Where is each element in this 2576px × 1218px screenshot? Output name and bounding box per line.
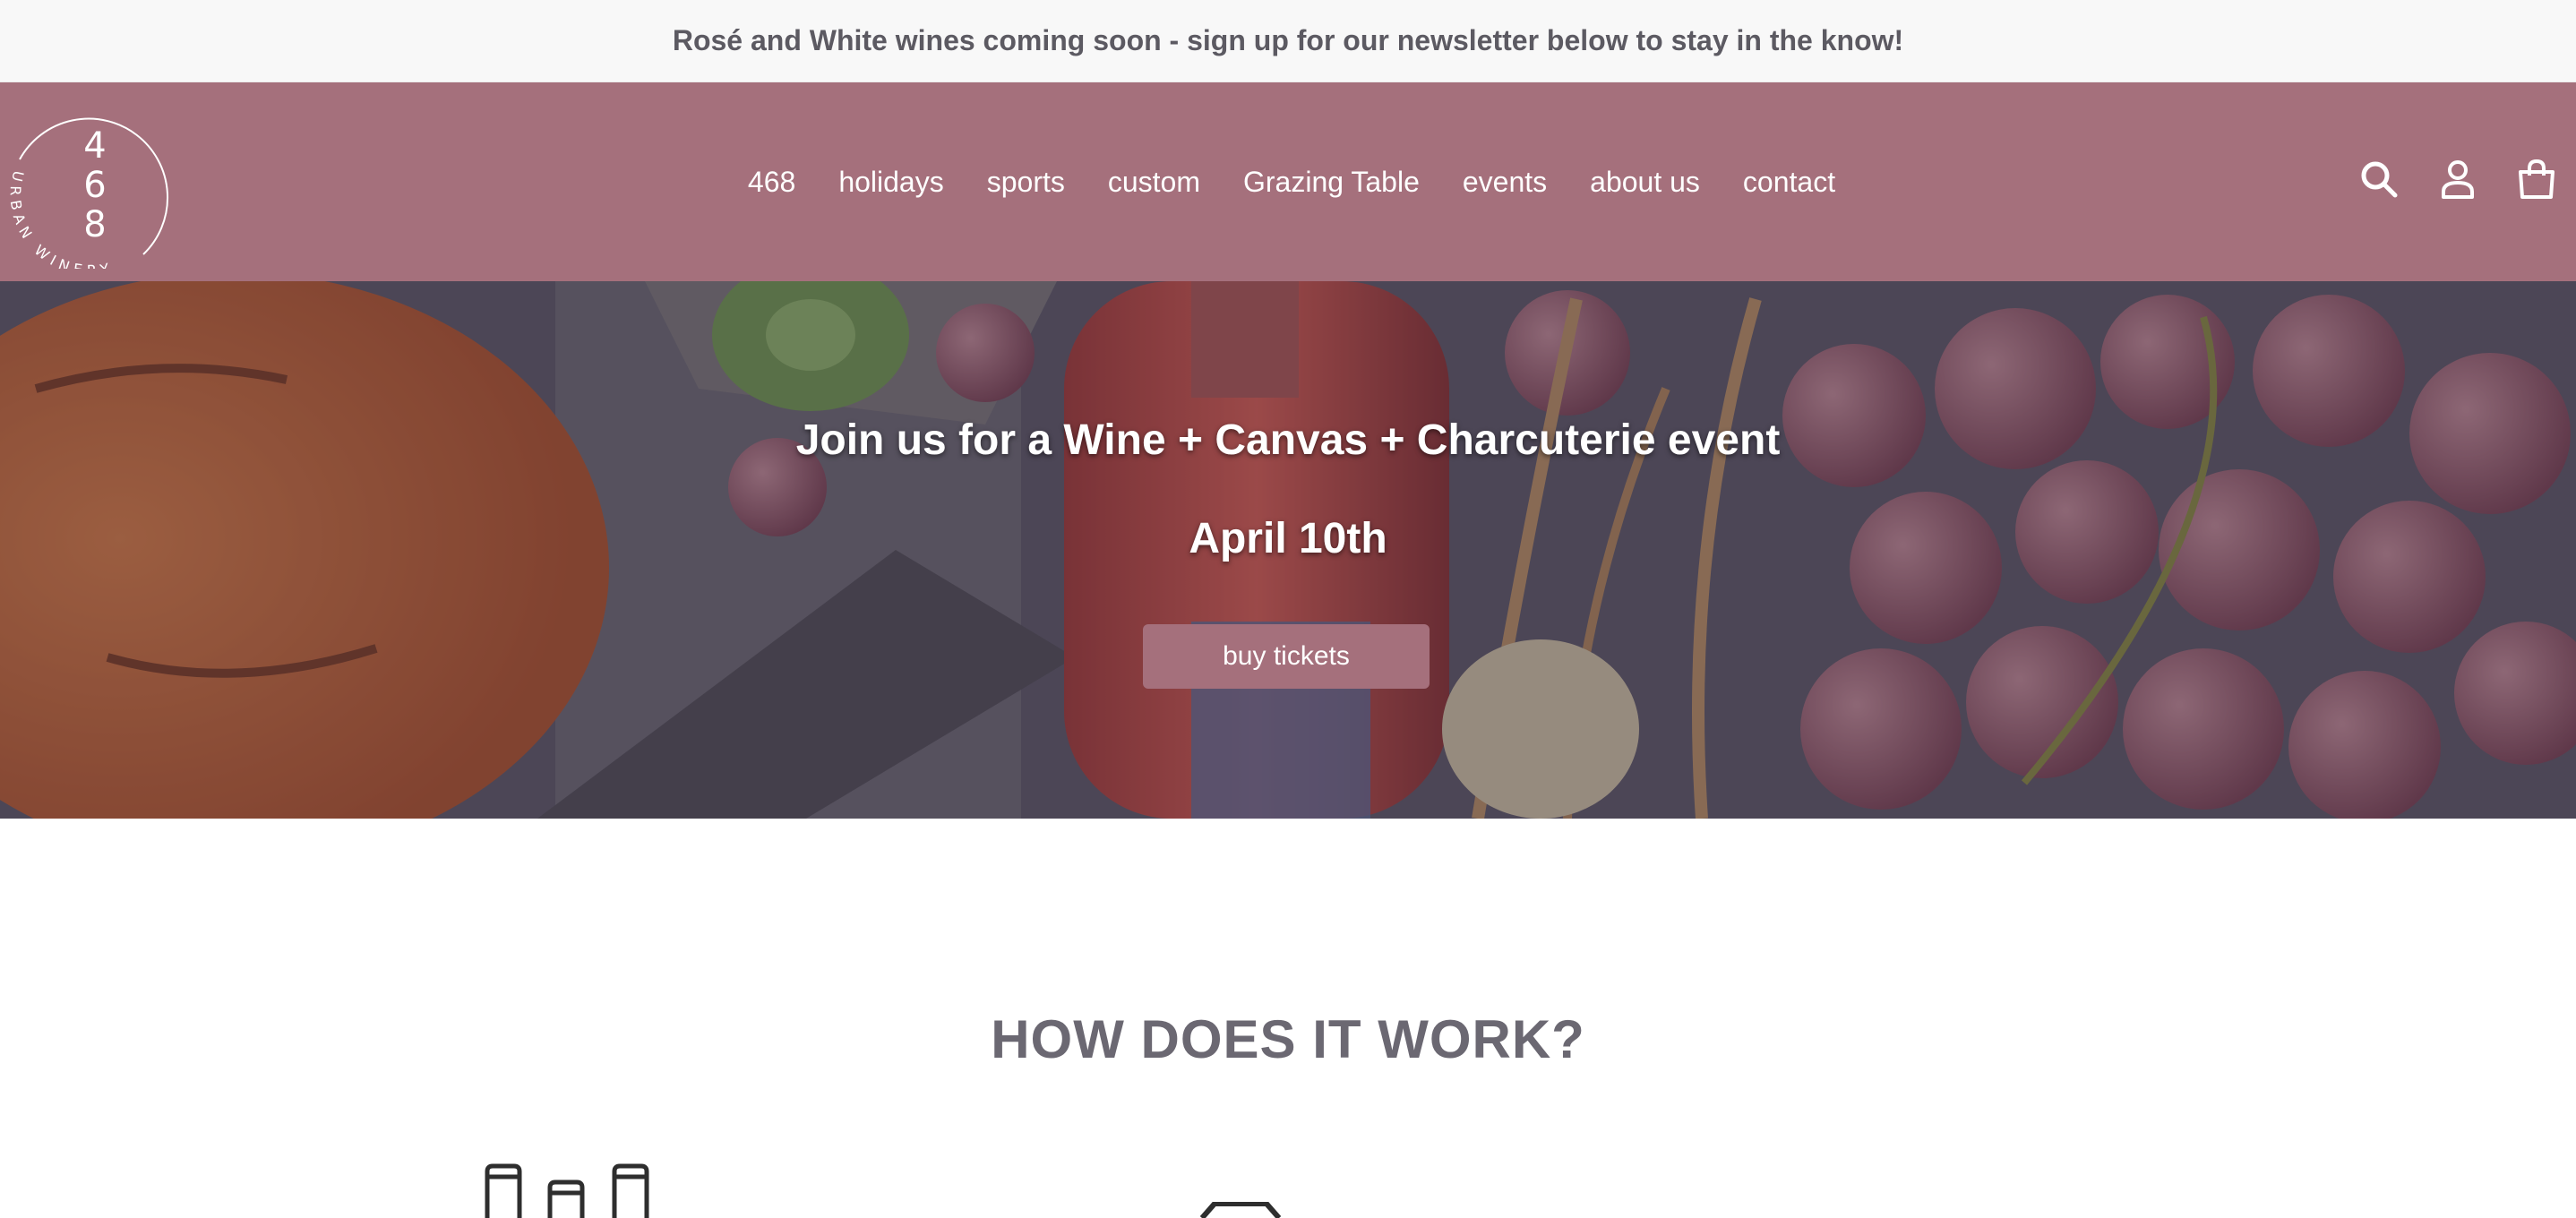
wine-bottles-icon [485, 1163, 649, 1218]
account-icon[interactable] [2436, 158, 2479, 201]
search-icon[interactable] [2357, 158, 2400, 201]
nav-item-468[interactable]: 468 [748, 166, 795, 199]
nav-item-contact[interactable]: contact [1743, 166, 1835, 199]
announcement-bar: Rosé and White wines coming soon - sign … [0, 0, 2576, 82]
hero-title: Join us for a Wine + Canvas + Charcuteri… [795, 416, 1781, 464]
nav-item-custom[interactable]: custom [1108, 166, 1200, 199]
nav-item-about-us[interactable]: about us [1590, 166, 1700, 199]
nav-item-events[interactable]: events [1463, 166, 1547, 199]
main-nav: 468 holidays sports custom Grazing Table… [0, 82, 2576, 281]
nav-item-grazing-table[interactable]: Grazing Table [1243, 166, 1420, 199]
header-icons [2357, 158, 2558, 201]
nav-item-holidays[interactable]: holidays [838, 166, 943, 199]
announcement-text: Rosé and White wines coming soon - sign … [672, 24, 1904, 56]
buy-tickets-button[interactable]: buy tickets [1143, 624, 1430, 689]
how-it-works-title: HOW DOES IT WORK? [991, 1009, 1585, 1069]
hero-date: April 10th [1189, 515, 1387, 562]
site-header: 4 6 8 URBAN WINERY 468 holidays sports c… [0, 82, 2576, 281]
hero-banner: Join us for a Wine + Canvas + Charcuteri… [0, 281, 2576, 819]
cart-icon[interactable] [2515, 158, 2558, 201]
box-icon [1200, 1202, 1281, 1218]
nav-item-sports[interactable]: sports [987, 166, 1065, 199]
